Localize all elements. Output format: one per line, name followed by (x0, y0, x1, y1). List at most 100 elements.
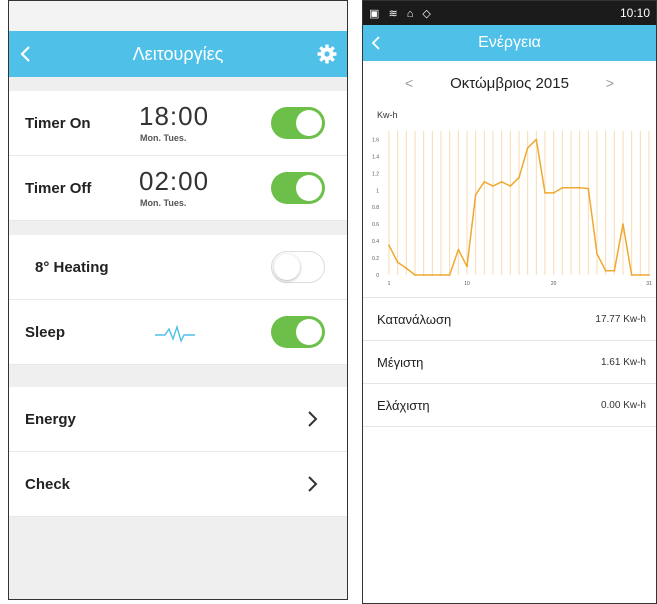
x-tick-label: 1 (388, 281, 391, 287)
stat-label: Ελάχιστη (377, 397, 430, 413)
functions-screen: Λειτουργίες Timer On 18:00 Mon. Tues. Ti… (8, 0, 348, 600)
stat-value: 1.61 Kw-h (600, 356, 646, 368)
data-point (639, 274, 642, 276)
x-tick-label: 31 (646, 281, 652, 287)
y-tick-label: 0.4 (372, 239, 379, 245)
status-time: 10:10 (619, 6, 650, 20)
stats-list: Κατανάλωση 17.77 Kw-h Μέγιστη 1.61 Kw-h … (363, 297, 656, 427)
back-button[interactable] (371, 25, 381, 61)
status-bar (9, 1, 347, 31)
timer-on-time[interactable]: 18:00 (139, 101, 209, 132)
energy-screen: ▣ ≋ ⌂ ◇ 10:10 Ενέργεια < Οκτώμβριος 2015… (362, 0, 657, 604)
data-point (500, 180, 503, 183)
data-point (509, 185, 512, 187)
timer-off-time[interactable]: 02:00 (139, 166, 209, 197)
data-point (448, 274, 451, 276)
x-tick-label: 20 (551, 281, 557, 287)
data-point (440, 274, 442, 276)
chevron-left-icon (371, 36, 380, 50)
sleep-toggle[interactable] (271, 316, 325, 348)
data-point (552, 191, 555, 194)
check-row[interactable]: Check (9, 452, 347, 517)
data-point (457, 248, 460, 251)
data-point (570, 186, 572, 189)
status-bar: ▣ ≋ ⌂ ◇ 10:10 (363, 1, 656, 25)
energy-label: Energy (25, 410, 76, 428)
timer-on-row: Timer On 18:00 Mon. Tues. (9, 91, 347, 156)
y-tick-label: 1.6 (372, 137, 379, 143)
data-point (414, 274, 416, 276)
data-point (622, 223, 624, 226)
timer-off-label: Timer Off (25, 179, 92, 197)
energy-row[interactable]: Energy (9, 387, 347, 452)
gear-icon (317, 44, 337, 64)
back-button[interactable] (19, 31, 31, 77)
data-point (587, 187, 590, 190)
data-point (405, 267, 408, 270)
timer-off-row: Timer Off 02:00 Mon. Tues. (9, 156, 347, 221)
stat-value: 0.00 Kw-h (600, 399, 646, 411)
data-point (388, 244, 390, 247)
x-tick-label: 10 (464, 281, 470, 287)
data-point (648, 274, 650, 276)
y-tick-label: 1 (376, 188, 379, 194)
y-tick-label: 0 (376, 273, 379, 279)
settings-button[interactable] (317, 31, 337, 77)
sleep-row: Sleep (9, 300, 347, 365)
month-label: Οκτώμβριος 2015 (450, 74, 569, 92)
heating-toggle[interactable] (271, 251, 325, 283)
sleep-wave-icon (155, 324, 195, 343)
y-tick-label: 0.2 (372, 256, 379, 262)
data-point (526, 147, 529, 149)
page-title: Λειτουργίες (132, 43, 224, 64)
energy-chart-svg: 0 0.2 0.4 0.6 0.8 1 1.2 1.4 1.6 1 10 20 31 (372, 131, 652, 287)
data-point (544, 191, 546, 194)
data-point (535, 138, 538, 141)
next-month-button[interactable]: > (606, 75, 614, 91)
data-point (518, 176, 520, 179)
data-point (630, 274, 633, 276)
data-point (613, 269, 616, 272)
data-point (422, 274, 425, 276)
heating-row: 8° Heating (9, 235, 347, 300)
data-point (466, 265, 468, 268)
y-tick-label: 0.8 (372, 205, 379, 211)
sleep-label: Sleep (25, 323, 66, 341)
stat-label: Κατανάλωση (377, 311, 452, 327)
data-point (596, 252, 598, 255)
chevron-left-icon (20, 46, 30, 62)
stat-label: Μέγιστη (377, 354, 424, 370)
stat-value: 17.77 Kw-h (595, 313, 646, 325)
heating-label: 8° Heating (35, 258, 109, 276)
energy-header: Ενέργεια (363, 25, 656, 61)
data-point (578, 186, 581, 189)
y-tick-label: 1.2 (372, 171, 379, 177)
check-label: Check (25, 475, 71, 493)
data-point (561, 186, 564, 189)
data-point (396, 261, 399, 264)
data-point (431, 274, 434, 276)
y-tick-label: 0.6 (372, 222, 379, 228)
chevron-right-icon (308, 476, 318, 492)
timer-off-days: Mon. Tues. (140, 198, 187, 208)
data-point (604, 269, 607, 272)
timer-on-days: Mon. Tues. (140, 133, 187, 143)
data-point (474, 193, 477, 196)
y-tick-label: 1.4 (372, 154, 379, 160)
stat-max: Μέγιστη 1.61 Kw-h (363, 340, 656, 383)
stat-min: Ελάχιστη 0.00 Kw-h (363, 383, 656, 427)
functions-header: Λειτουργίες (9, 31, 347, 77)
prev-month-button[interactable]: < (405, 75, 413, 91)
page-title: Ενέργεια (478, 34, 541, 51)
chevron-right-icon (308, 411, 318, 427)
unit-label: Kw-h (377, 110, 398, 120)
timer-on-toggle[interactable] (271, 107, 325, 139)
timer-on-label: Timer On (25, 114, 91, 132)
energy-chart: 0 0.2 0.4 0.6 0.8 1 1.2 1.4 1.6 1 10 20 31 (363, 125, 656, 297)
data-point (492, 185, 494, 187)
month-navigator: < Οκτώμβριος 2015 > (363, 61, 656, 105)
stat-consumption: Κατανάλωση 17.77 Kw-h (363, 297, 656, 340)
status-icons: ▣ ≋ ⌂ ◇ (369, 7, 434, 20)
timer-off-toggle[interactable] (271, 172, 325, 204)
data-point (483, 180, 486, 183)
